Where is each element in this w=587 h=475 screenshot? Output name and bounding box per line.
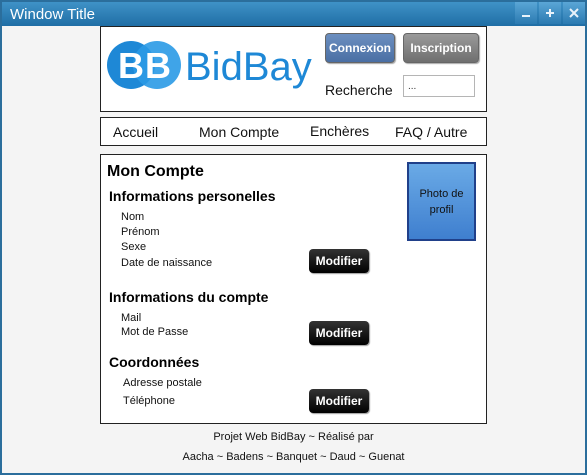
nav-item-accueil[interactable]: Accueil <box>113 124 158 140</box>
search-label: Recherche <box>325 82 393 98</box>
title-bar[interactable]: Window Title <box>2 2 585 26</box>
svg-text:B: B <box>145 45 171 86</box>
inscription-button[interactable]: Inscription <box>403 33 479 63</box>
section-title-account: Informations du compte <box>109 289 269 305</box>
footer-credit-line1: Projet Web BidBay ~ Réalisé par <box>213 431 374 443</box>
nav-item-mon-compte[interactable]: Mon Compte <box>199 124 279 140</box>
profile-photo[interactable]: Photo de profil <box>407 162 476 241</box>
close-button[interactable] <box>563 2 585 24</box>
nav-item-encheres[interactable]: Enchères <box>310 123 369 139</box>
modifier-account-button[interactable]: Modifier <box>309 321 369 345</box>
section-title-coordinates: Coordonnées <box>109 354 200 370</box>
field-label-adresse: Adresse postale <box>123 377 202 389</box>
field-label-mail: Mail <box>121 312 142 324</box>
nav-item-faq[interactable]: FAQ / Autre <box>395 124 467 140</box>
bidbay-logo[interactable]: B B BidBay <box>105 37 319 93</box>
app-window: Window Title B B BidBay Connexion Inscri… <box>0 0 587 475</box>
modifier-personal-button[interactable]: Modifier <box>309 249 369 273</box>
field-label-prenom: Prénom <box>121 226 160 238</box>
window-controls <box>513 2 585 26</box>
field-label-telephone: Téléphone <box>123 395 175 407</box>
field-label-date-naissance: Date de naissance <box>121 257 213 269</box>
window-title: Window Title <box>10 6 96 23</box>
page-title: Mon Compte <box>107 163 204 180</box>
field-label-nom: Nom <box>121 211 145 223</box>
minimize-button[interactable] <box>515 2 537 24</box>
footer-credit-line2: Aacha ~ Badens ~ Banquet ~ Daud ~ Guenat <box>182 451 405 463</box>
search-input[interactable] <box>403 75 475 97</box>
close-icon <box>569 8 579 18</box>
account-panel: Mon Compte Photo de profil Informations … <box>100 154 487 424</box>
main-nav: Accueil Mon Compte Enchères FAQ / Autre <box>100 117 487 146</box>
logo-text: BidBay <box>185 45 312 89</box>
section-title-personal: Informations personelles <box>109 188 276 204</box>
plus-icon <box>545 8 555 18</box>
maximize-button[interactable] <box>539 2 561 24</box>
field-label-mot-de-passe: Mot de Passe <box>121 326 189 338</box>
connexion-button[interactable]: Connexion <box>325 33 395 63</box>
profile-photo-label: Photo de profil <box>419 187 464 216</box>
minimize-icon <box>521 8 531 18</box>
modifier-coordinates-button[interactable]: Modifier <box>309 389 369 413</box>
svg-text:B: B <box>118 45 144 86</box>
header-panel: B B BidBay Connexion Inscription Recherc… <box>100 26 487 112</box>
field-label-sexe: Sexe <box>121 241 147 253</box>
